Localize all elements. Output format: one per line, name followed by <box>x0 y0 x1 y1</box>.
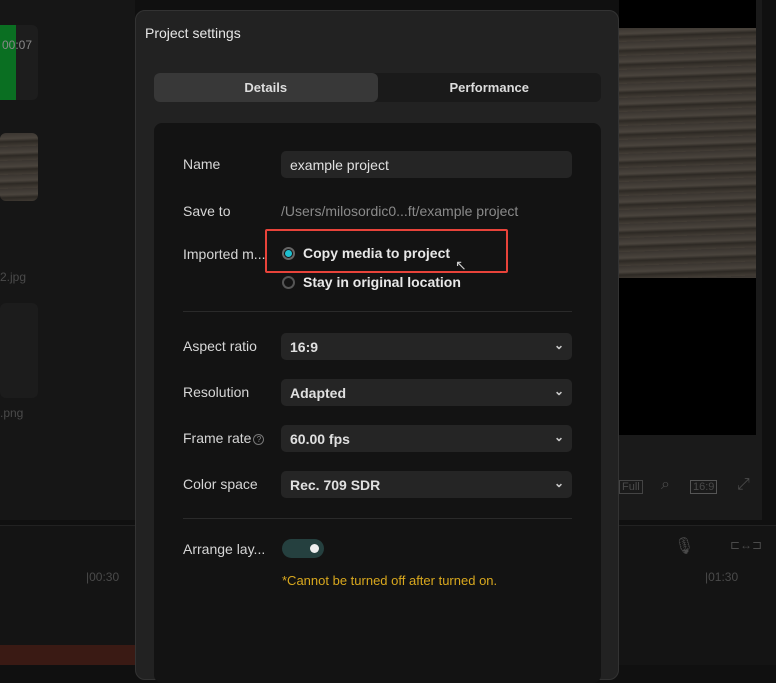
chevron-down-icon: ⌄ <box>553 338 564 352</box>
aspect-button[interactable]: 16:9 <box>690 480 718 494</box>
preview-canvas <box>619 0 756 435</box>
imported-media-label: Imported m... <box>183 246 266 262</box>
select-value: Adapted <box>290 384 346 401</box>
details-panel: Name example project Save to /Users/milo… <box>154 123 601 683</box>
help-icon[interactable]: ? <box>253 434 265 445</box>
dialog-title: Project settings <box>145 25 241 41</box>
arrange-layers-warning: *Cannot be turned off after turned on. <box>282 573 498 588</box>
preview-panel: Full ⌕ 16:9 ⤢ <box>619 0 762 520</box>
arrange-layers-label: Arrange lay... <box>183 541 266 557</box>
color-space-select[interactable]: Rec. 709 SDR ⌄ <box>281 471 572 498</box>
radio-stay-original[interactable]: Stay in original location <box>282 274 461 290</box>
preview-image <box>619 28 756 278</box>
fullscreen-icon[interactable]: ⤢ <box>737 476 750 494</box>
chevron-down-icon: ⌄ <box>553 430 564 444</box>
zoom-fit-icon[interactable]: ⌕ <box>661 476 670 494</box>
media-duration: 00:07 <box>2 38 33 52</box>
select-value: 16:9 <box>290 338 319 355</box>
divider <box>183 311 572 312</box>
quality-button[interactable]: Full <box>619 480 643 494</box>
media-label: .png <box>0 406 24 420</box>
media-thumb-png[interactable] <box>0 303 38 398</box>
name-label: Name <box>183 156 221 172</box>
mouse-cursor-icon: ↖ <box>455 257 467 273</box>
radio-label: Stay in original location <box>303 274 461 290</box>
save-to-label: Save to <box>183 203 231 219</box>
name-value: example project <box>290 156 389 173</box>
tab-details[interactable]: Details <box>154 73 378 102</box>
highlight-box <box>265 229 508 273</box>
radio-unselected-icon <box>282 275 295 289</box>
frame-rate-label: Frame rate? <box>183 430 265 446</box>
select-value: Rec. 709 SDR <box>290 476 381 493</box>
media-thumb-image[interactable] <box>0 133 38 201</box>
project-settings-dialog: Project settings Details Performance Nam… <box>135 10 619 683</box>
chevron-down-icon: ⌄ <box>553 476 564 490</box>
media-label: 2.jpg <box>0 270 27 284</box>
media-panel: 00:07 mp4 2.jpg .png <box>0 0 135 520</box>
select-value: 60.00 fps <box>290 430 350 447</box>
divider <box>183 518 572 519</box>
save-to-path[interactable]: /Users/milosordic0...ft/example project <box>281 203 518 219</box>
arrange-layers-toggle[interactable] <box>282 539 324 558</box>
media-thumb-video[interactable] <box>0 25 38 100</box>
frame-rate-text: Frame rate <box>183 430 252 446</box>
aspect-ratio-label: Aspect ratio <box>183 338 257 354</box>
timeline-mark: |01:30 <box>705 570 739 584</box>
resolution-label: Resolution <box>183 384 250 400</box>
aspect-ratio-select[interactable]: 16:9 ⌄ <box>281 333 572 360</box>
tab-bar: Details Performance <box>154 73 601 102</box>
timeline-mark: |00:30 <box>86 570 120 584</box>
timeline-track <box>0 645 135 665</box>
name-input[interactable]: example project <box>281 151 572 178</box>
chevron-down-icon: ⌄ <box>553 384 564 398</box>
microphone-icon[interactable]: 🎙 <box>674 536 694 556</box>
link-icon[interactable]: ⊏↔⊐ <box>730 538 762 552</box>
color-space-label: Color space <box>183 476 258 492</box>
tab-performance[interactable]: Performance <box>378 73 602 102</box>
frame-rate-select[interactable]: 60.00 fps ⌄ <box>281 425 572 452</box>
resolution-select[interactable]: Adapted ⌄ <box>281 379 572 406</box>
